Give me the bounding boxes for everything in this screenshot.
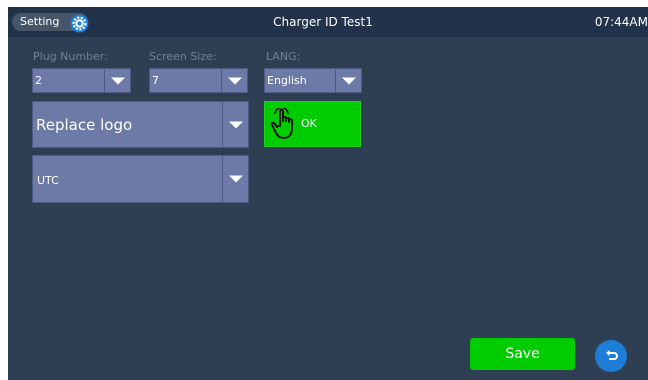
pointing-hand-icon bbox=[270, 108, 293, 139]
chevron-down-icon bbox=[228, 77, 242, 84]
plug-number-value: 2 bbox=[35, 74, 42, 87]
chevron-down-icon bbox=[111, 77, 125, 84]
page-title: Charger ID Test1 bbox=[273, 15, 373, 29]
timezone-value: UTC bbox=[37, 174, 59, 187]
plug-number-label: Plug Number: bbox=[33, 50, 108, 63]
screen-size-dropdown-toggle[interactable] bbox=[221, 69, 248, 92]
screen-size-label: Screen Size: bbox=[149, 50, 217, 63]
chevron-down-icon bbox=[229, 121, 243, 128]
lang-label: LANG: bbox=[266, 50, 301, 63]
plug-number-dropdown-toggle[interactable] bbox=[104, 69, 131, 92]
setting-label: Setting bbox=[20, 15, 60, 28]
clock-time: 07:44AM bbox=[594, 15, 648, 29]
setting-button[interactable]: Setting bbox=[12, 13, 89, 33]
save-label: Save bbox=[505, 346, 540, 362]
settings-screen: Setting Charger ID Test1 07:44AM Plug Nu… bbox=[8, 7, 648, 380]
screen-size-select[interactable]: 7 bbox=[149, 68, 248, 93]
return-arrow-icon bbox=[606, 350, 618, 360]
timezone-select[interactable]: UTC bbox=[32, 155, 249, 203]
lang-value: English bbox=[267, 74, 307, 87]
gear-icon bbox=[70, 14, 89, 33]
lang-dropdown-toggle[interactable] bbox=[335, 69, 362, 92]
ok-label: OK bbox=[301, 117, 317, 130]
save-button[interactable]: Save bbox=[470, 338, 575, 370]
replace-logo-dropdown-toggle[interactable] bbox=[222, 102, 249, 147]
timezone-dropdown-toggle[interactable] bbox=[222, 156, 249, 202]
back-button[interactable] bbox=[595, 340, 627, 372]
replace-logo-select[interactable]: Replace logo bbox=[32, 101, 249, 148]
screen-size-value: 7 bbox=[152, 74, 159, 87]
top-bar: Setting Charger ID Test1 07:44AM bbox=[8, 7, 648, 37]
ok-button[interactable]: OK bbox=[264, 101, 361, 147]
replace-logo-value: Replace logo bbox=[36, 116, 133, 134]
lang-select[interactable]: English bbox=[264, 68, 362, 93]
plug-number-select[interactable]: 2 bbox=[32, 68, 131, 93]
chevron-down-icon bbox=[342, 77, 356, 84]
chevron-down-icon bbox=[229, 175, 243, 183]
